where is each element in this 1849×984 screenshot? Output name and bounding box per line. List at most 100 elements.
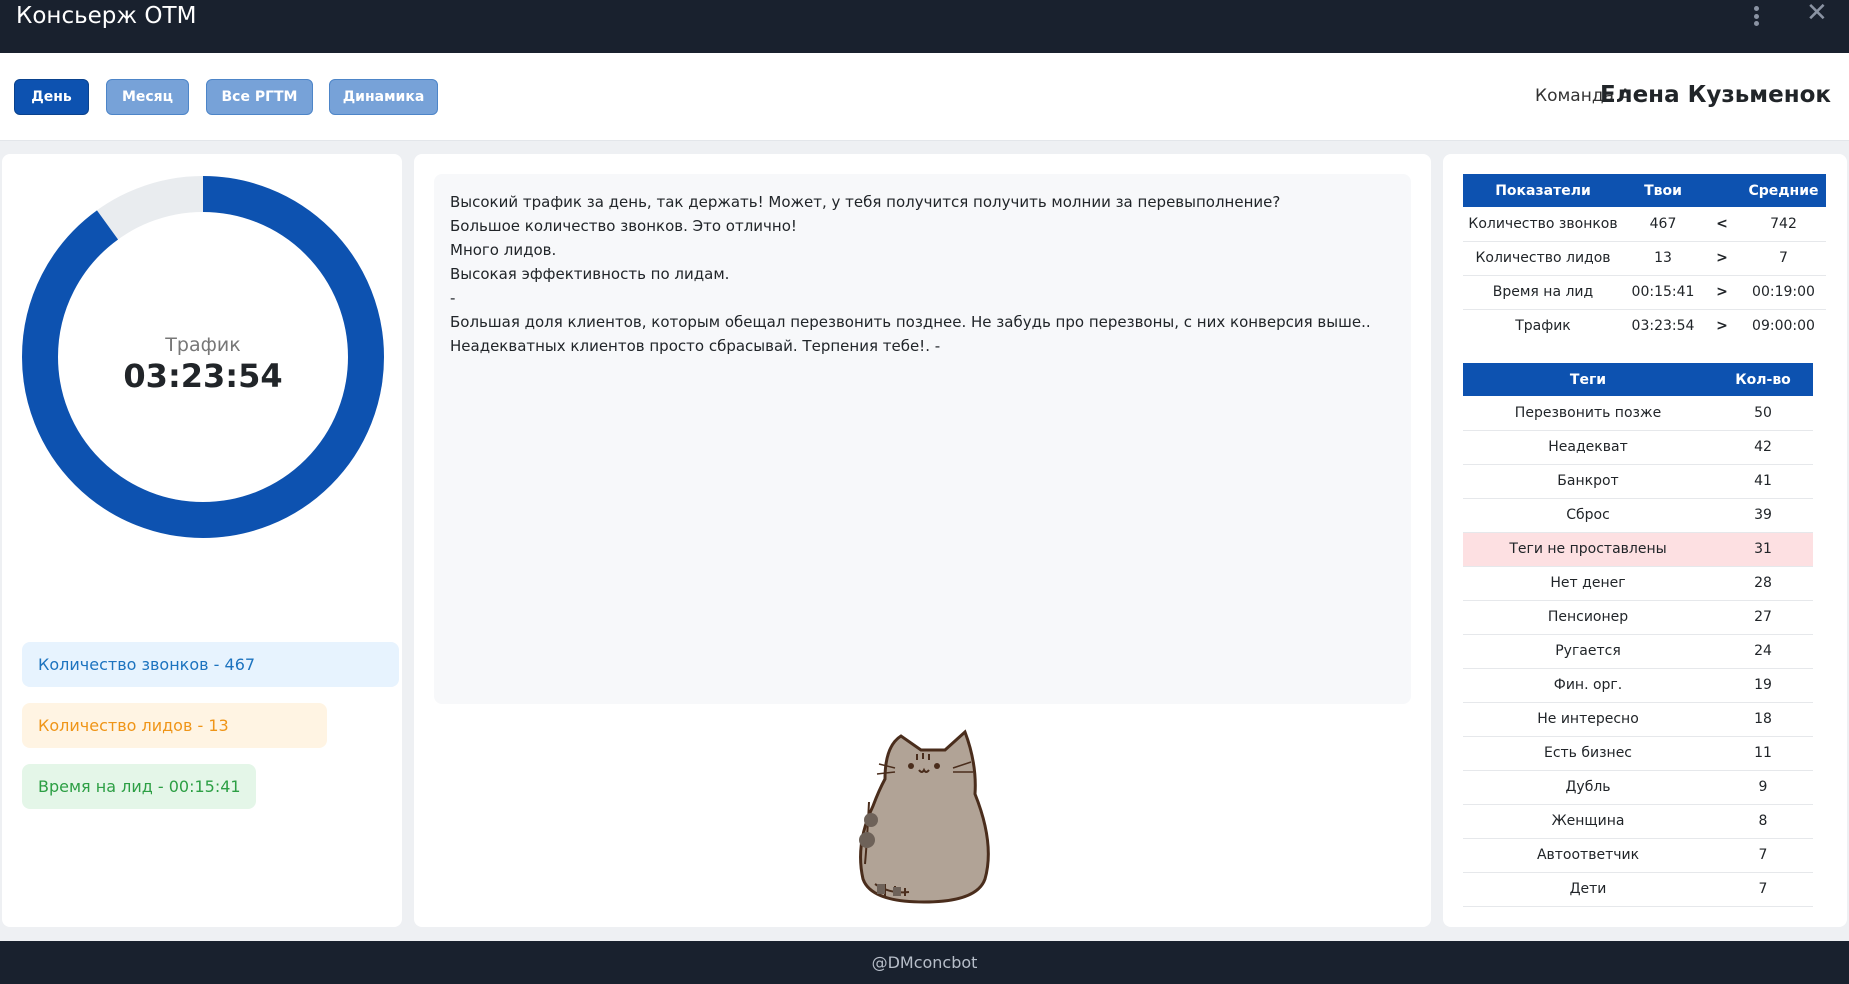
tag-name: Не интересно	[1463, 702, 1713, 737]
toolbar: День Месяц Все РГТМ Динамика Команда А Е…	[0, 53, 1849, 141]
metric-mine: 467	[1623, 207, 1703, 242]
feedback-line: -	[450, 289, 456, 307]
metric-compare: >	[1716, 318, 1728, 335]
tag-name: Дети	[1463, 872, 1713, 907]
day-button[interactable]: День	[14, 79, 89, 115]
feedback-box: Высокий трафик за день, так держать! Мож…	[434, 174, 1411, 704]
metrics-header-avg: Средние	[1741, 174, 1826, 207]
table-row: Нет денег 28	[1463, 566, 1813, 601]
feedback-line: Много лидов.	[450, 241, 557, 259]
summary-panel: Трафик 03:23:54 Количество звонков - 467…	[2, 154, 402, 927]
tag-count: 41	[1713, 464, 1813, 499]
metrics-header-name: Показатели	[1463, 174, 1623, 207]
metric-name: Количество лидов	[1463, 241, 1623, 276]
tag-count: 31	[1713, 532, 1813, 567]
tag-name: Есть бизнес	[1463, 736, 1713, 771]
metrics-header-row: Показатели Твои Средние	[1463, 174, 1826, 207]
table-row: Ругается 24	[1463, 634, 1813, 669]
tags-header-count: Кол-во	[1713, 363, 1813, 396]
month-button[interactable]: Месяц	[106, 79, 189, 115]
tag-count: 8	[1713, 804, 1813, 839]
tag-count: 7	[1713, 872, 1813, 907]
metric-name: Время на лид	[1463, 275, 1623, 310]
tags-header-row: Теги Кол-во	[1463, 363, 1813, 396]
metrics-header-mine: Твои	[1623, 174, 1703, 207]
tag-count: 18	[1713, 702, 1813, 737]
tag-count: 19	[1713, 668, 1813, 703]
tags-header-tag: Теги	[1463, 363, 1713, 396]
dynamics-button[interactable]: Динамика	[329, 79, 438, 115]
tag-count: 50	[1713, 396, 1813, 431]
metrics-header-sign	[1703, 174, 1741, 207]
metric-mine: 00:15:41	[1623, 275, 1703, 310]
footer-text: @DMconcbot	[871, 953, 978, 972]
tag-name: Женщина	[1463, 804, 1713, 839]
tag-count: 39	[1713, 498, 1813, 533]
tag-count: 7	[1713, 838, 1813, 873]
table-row: Дети 7	[1463, 872, 1813, 907]
footer: @DMconcbot	[0, 941, 1849, 984]
tag-name: Ругается	[1463, 634, 1713, 669]
tag-count: 24	[1713, 634, 1813, 669]
table-row: Не интересно 18	[1463, 702, 1813, 737]
table-row: Время на лид 00:15:41 > 00:19:00	[1463, 275, 1826, 310]
all-rgtm-button[interactable]: Все РГТМ	[206, 79, 313, 115]
table-row: Перезвонить позже 50	[1463, 396, 1813, 431]
metric-compare: >	[1703, 275, 1741, 310]
metrics-table: Показатели Твои Средние Количество звонк…	[1463, 174, 1826, 343]
table-row: Дубль 9	[1463, 770, 1813, 805]
tag-name: Фин. орг.	[1463, 668, 1713, 703]
tag-name: Перезвонить позже	[1463, 396, 1713, 431]
metric-compare: <	[1703, 207, 1741, 242]
table-row: Неадекват 42	[1463, 430, 1813, 465]
tag-count: 27	[1713, 600, 1813, 635]
tag-name: Банкрот	[1463, 464, 1713, 499]
tables-panel: Показатели Твои Средние Количество звонк…	[1443, 154, 1847, 927]
metric-avg: 742	[1741, 207, 1826, 242]
time-per-lead-stat: Время на лид - 00:15:41	[22, 764, 256, 809]
metric-avg: 00:19:00	[1741, 275, 1826, 310]
table-row: Автоответчик 7	[1463, 838, 1813, 873]
cat-illustration	[859, 729, 990, 904]
tag-name: Нет денег	[1463, 566, 1713, 601]
metric-compare: >	[1703, 241, 1741, 276]
tag-name: Автоответчик	[1463, 838, 1713, 873]
tag-name: Пенсионер	[1463, 600, 1713, 635]
tag-name: Сброс	[1463, 498, 1713, 533]
user-name: Елена Кузьменок	[1600, 82, 1831, 108]
calls-stat: Количество звонков - 467	[22, 642, 399, 687]
metric-avg: 09:00:00	[1752, 318, 1815, 335]
feedback-line: Неадекватных клиентов просто сбрасывай. …	[450, 337, 941, 355]
feedback-line: Высокий трафик за день, так держать! Мож…	[450, 193, 1281, 211]
feedback-panel: Высокий трафик за день, так держать! Мож…	[414, 154, 1431, 927]
tag-name: Неадекват	[1463, 430, 1713, 465]
table-row-warning: Теги не проставлены 31	[1463, 532, 1813, 567]
app-title: Консьерж ОТМ	[16, 3, 197, 29]
feedback-line: Высокая эффективность по лидам.	[450, 265, 730, 283]
table-row: Количество звонков 467 < 742	[1463, 207, 1826, 242]
tag-count: 9	[1713, 770, 1813, 805]
tags-table: Теги Кол-во Перезвонить позже 50 Неадеква…	[1463, 363, 1813, 907]
leads-stat: Количество лидов - 13	[22, 703, 327, 748]
title-bar: Консьерж ОТМ ✕	[0, 0, 1849, 53]
metric-mine: 03:23:54	[1631, 318, 1695, 335]
table-row: Банкрот 41	[1463, 464, 1813, 499]
table-row: Трафик 03:23:54 > 09:00:00	[1463, 309, 1826, 343]
kebab-menu-icon[interactable]	[1748, 4, 1764, 28]
table-row: Женщина 8	[1463, 804, 1813, 839]
donut-value: 03:23:54	[123, 357, 283, 395]
metric-avg: 7	[1741, 241, 1826, 276]
metric-mine: 13	[1623, 241, 1703, 276]
tag-count: 28	[1713, 566, 1813, 601]
table-row: Есть бизнес 11	[1463, 736, 1813, 771]
feedback-line: Большая доля клиентов, которым обещал пе…	[450, 313, 1371, 331]
tag-name: Дубль	[1463, 770, 1713, 805]
metric-name: Количество звонков	[1463, 207, 1623, 242]
donut-label: Трафик	[165, 334, 241, 356]
table-row: Количество лидов 13 > 7	[1463, 241, 1826, 276]
feedback-line: Большое количество звонков. Это отлично!	[450, 217, 797, 235]
table-row: Фин. орг. 19	[1463, 668, 1813, 703]
tag-count: 11	[1713, 736, 1813, 771]
table-row: Сброс 39	[1463, 498, 1813, 533]
close-icon[interactable]: ✕	[1806, 0, 1828, 28]
